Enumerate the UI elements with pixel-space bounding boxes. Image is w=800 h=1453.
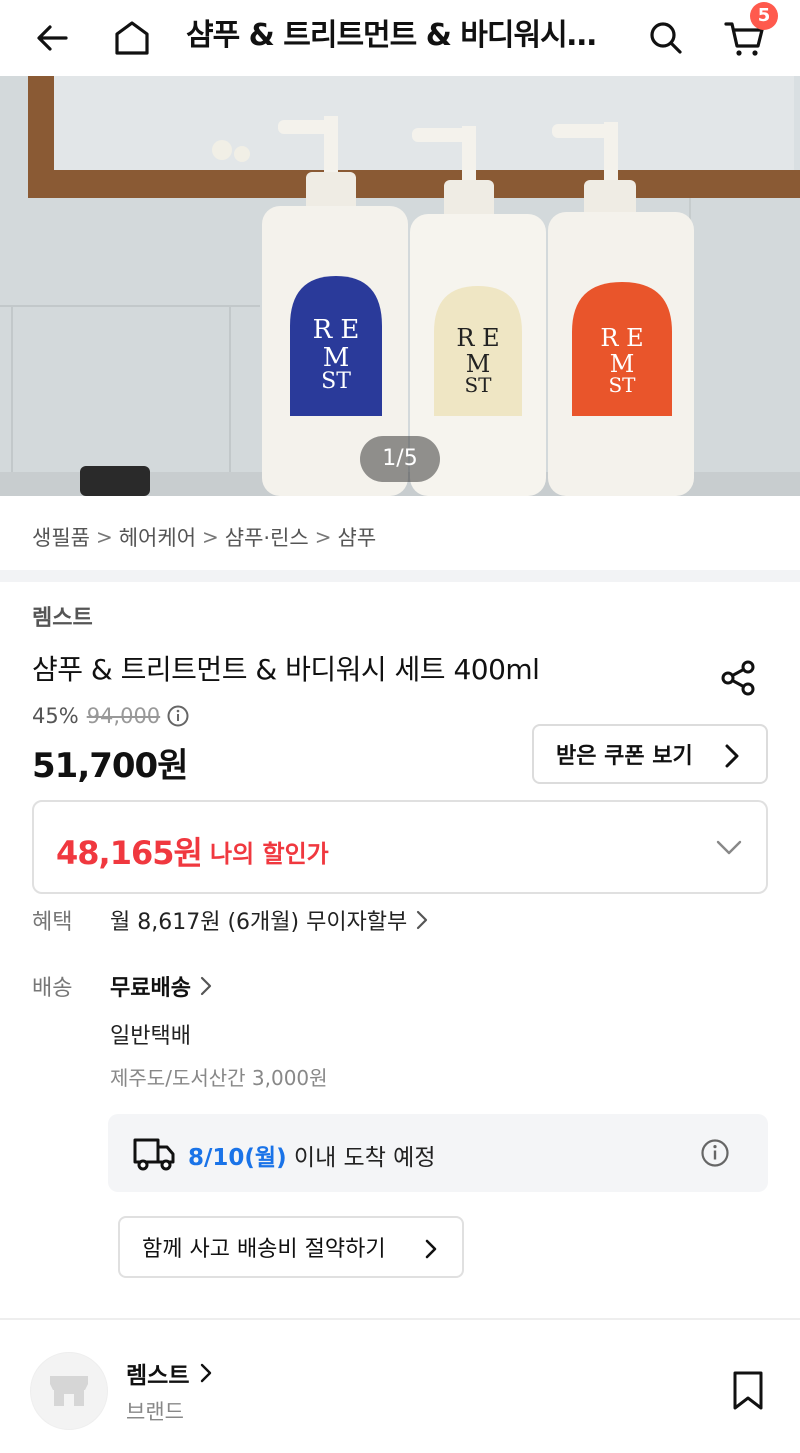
chevron-right-icon <box>425 1239 437 1259</box>
installment-benefit-link[interactable]: 월 8,617원 (6개월) 무이자할부 <box>110 904 429 936</box>
arrival-date: 8/10(월) <box>188 1145 287 1171</box>
arrival-text: 8/10(월) 이내 도착 예정 <box>188 1138 436 1172</box>
info-icon[interactable] <box>700 1138 730 1168</box>
bundle-save-shipping-label: 함께 사고 배송비 절약하기 <box>142 1237 386 1262</box>
shipping-fee-link[interactable]: 무료배송 <box>110 970 213 1002</box>
truck-icon <box>133 1138 175 1171</box>
back-button[interactable] <box>24 10 80 66</box>
view-coupons-label: 받은 쿠폰 보기 <box>556 744 693 769</box>
shipping-label: 배송 <box>32 976 73 1001</box>
installment-benefit-text: 월 8,617원 (6개월) 무이자할부 <box>110 910 408 935</box>
chevron-right-icon <box>725 744 739 768</box>
svg-text:ST: ST <box>464 373 492 397</box>
breadcrumb: 생필품 > 헤어케어 > 샴푸·린스 > 샴푸 <box>32 520 376 554</box>
shipping-fee: 무료배송 <box>110 976 191 1001</box>
view-coupons-button[interactable]: 받은 쿠폰 보기 <box>532 724 768 784</box>
arrow-left-icon <box>37 25 68 51</box>
cart-count-badge: 5 <box>750 2 778 30</box>
breadcrumb-item[interactable]: 샴푸 <box>338 522 377 552</box>
arrival-estimate: 8/10(월) 이내 도착 예정 <box>108 1114 768 1192</box>
store-icon <box>50 1376 88 1406</box>
chevron-right-icon: > <box>95 525 113 549</box>
store-type: 브랜드 <box>126 1400 184 1424</box>
chevron-right-icon: > <box>314 525 332 549</box>
chevron-right-icon <box>200 976 212 996</box>
product-title: 샴푸 & 트리트먼트 & 바디워시 세트 400ml <box>32 653 540 686</box>
my-discount-price-label: 나의 할인가 <box>210 840 329 868</box>
store-link[interactable]: 렘스트 <box>126 1356 213 1390</box>
shipping-method: 일반택배 <box>110 1024 191 1049</box>
home-icon <box>115 21 149 55</box>
shipping-extra-fee: 제주도/도서산간 3,000원 <box>110 1066 328 1090</box>
share-icon <box>721 660 755 696</box>
home-button[interactable] <box>104 10 160 66</box>
share-button[interactable] <box>712 654 764 702</box>
image-pager-indicator: 1/5 <box>360 436 440 482</box>
breadcrumb-item[interactable]: 헤어케어 <box>119 522 196 552</box>
arrival-suffix: 이내 도착 예정 <box>286 1145 436 1171</box>
chevron-down-icon <box>716 840 742 855</box>
svg-text:R E: R E <box>313 315 360 345</box>
original-price: 94,000 <box>86 704 161 728</box>
svg-text:ST: ST <box>608 373 636 397</box>
breadcrumb-item[interactable]: 샴푸·린스 <box>225 522 309 552</box>
svg-text:R E: R E <box>456 324 499 352</box>
breadcrumb-item[interactable]: 생필품 <box>32 522 90 552</box>
my-discount-price: 48,165원 <box>56 834 203 872</box>
svg-text:ST: ST <box>321 369 351 394</box>
bookmark-icon[interactable] <box>726 1368 770 1412</box>
section-divider <box>0 570 800 582</box>
product-image-gallery[interactable]: R E M ST R E M ST R E M ST 1/5 <box>0 76 800 496</box>
sale-price: 51,700원 <box>32 746 188 786</box>
bundle-save-shipping-button[interactable]: 함께 사고 배송비 절약하기 <box>118 1216 464 1278</box>
my-discount-price-dropdown[interactable]: 48,165원 나의 할인가 <box>32 800 768 894</box>
search-icon <box>650 22 682 54</box>
chevron-right-icon: > <box>202 525 219 549</box>
benefit-label: 혜택 <box>32 910 73 935</box>
section-divider <box>0 1318 800 1320</box>
discount-rate: 45% <box>32 704 79 728</box>
product-photo: R E M ST R E M ST R E M ST <box>0 76 800 496</box>
top-app-bar: 샴푸 & 트리트먼트 & 바디워시 세트 400ml 5 <box>0 0 800 76</box>
info-icon[interactable] <box>166 704 190 728</box>
search-button[interactable] <box>638 10 694 66</box>
chevron-right-icon <box>201 1363 212 1383</box>
store-name: 렘스트 <box>126 1363 190 1389</box>
store-avatar[interactable] <box>30 1352 108 1430</box>
brand-name[interactable]: 렘스트 <box>32 600 93 632</box>
svg-text:R E: R E <box>600 324 643 352</box>
page-title: 샴푸 & 트리트먼트 & 바디워시 세트 400ml <box>186 18 606 53</box>
chevron-right-icon <box>417 910 428 930</box>
discount-row: 45% 94,000 <box>32 704 190 728</box>
